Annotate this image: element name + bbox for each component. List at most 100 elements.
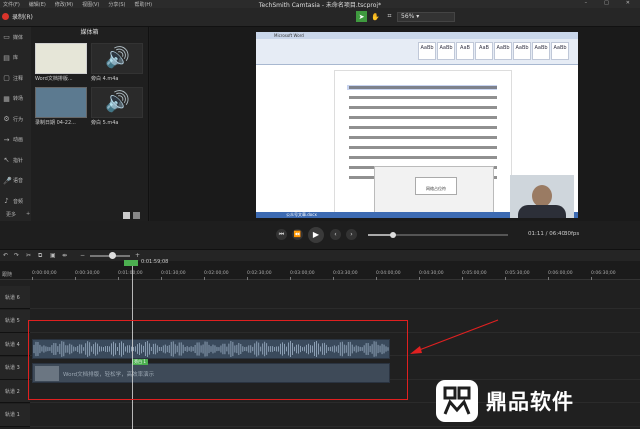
media-item-label: 旁白 4.m4a [91, 76, 119, 82]
sidebar: ▭ 媒体 ▤ 库 ▢ 注释 ▦ 转场 ⚙ 行为 → 动画 ↖ 指针 🎤 语音 ♪ 音频 [0, 27, 31, 221]
sidebar-add-button[interactable]: + [26, 211, 30, 218]
style-box: AaBb [418, 42, 436, 60]
sidebar-more-button[interactable]: 更多 [6, 211, 16, 218]
menu-bar: 文件(F) 编辑(E) 修改(M) 视图(V) 分享(S) 帮助(H) Tech… [0, 0, 640, 9]
grid-view-icon[interactable] [123, 212, 130, 219]
step-back-icon[interactable]: ⏮ [276, 229, 287, 240]
webcam-person-body [518, 205, 566, 218]
media-item[interactable]: 录制日期 04-22... [35, 87, 87, 127]
cut-icon[interactable]: ✂ [26, 252, 31, 259]
sidebar-item-behavior[interactable]: ⚙ 行为 [0, 109, 31, 130]
text-line [349, 106, 497, 109]
playback-progress[interactable] [368, 232, 508, 238]
sidebar-item-annotation[interactable]: ▢ 注释 [0, 68, 31, 89]
crop-tool-icon[interactable]: ⌗ [384, 11, 395, 22]
video-thumbnail [35, 87, 87, 118]
ruler-tick-label: 0:02:30;00 [247, 271, 272, 276]
toolbar: 录制(R) ➤ ✋ ⌗ 56% ▾ [0, 8, 640, 27]
paste-icon[interactable]: ▣ [50, 252, 56, 259]
play-button[interactable]: ▶ [308, 227, 324, 243]
timeline-zoom-knob[interactable] [109, 252, 116, 259]
record-button[interactable]: 录制(R) [2, 12, 33, 21]
ruler-tick-label: 0:04:00;00 [376, 271, 401, 276]
undo-icon[interactable]: ↶ [3, 252, 8, 259]
close-icon[interactable]: ✕ [626, 0, 630, 6]
timeline-toolbar: ↶ ↷ ✂ ⧉ ▣ ⇹ − + [0, 249, 640, 261]
track-label[interactable]: 轨道 3 [0, 356, 30, 380]
timecode: 01:11 / 06:40 [528, 231, 566, 237]
timeline-ruler[interactable]: 跟随 0:00:00;00 0:00:30;00 0:01:00;00 0:01:30… [0, 261, 640, 280]
playhead-handle[interactable] [124, 260, 138, 266]
watermark-text: 鼎品软件 [486, 390, 574, 414]
ruler-tick-label: 0:06:00;00 [548, 271, 573, 276]
style-box: AaBb [513, 42, 531, 60]
speaker-icon: 🔊 [105, 45, 130, 69]
text-line [349, 96, 497, 99]
sidebar-item-label: 行为 [13, 116, 24, 123]
split-icon[interactable]: ⇹ [62, 252, 67, 259]
ruler-tick-label: 0:03:30;00 [333, 271, 358, 276]
text-line [349, 86, 497, 89]
track-label[interactable]: 轨道 6 [0, 286, 30, 309]
track-row[interactable] [30, 286, 640, 309]
playback-progress-knob[interactable] [390, 232, 397, 238]
redo-icon[interactable]: ↷ [14, 252, 19, 259]
record-label: 录制(R) [12, 14, 33, 21]
zoom-out-icon[interactable]: − [80, 252, 85, 259]
text-line [349, 116, 497, 119]
media-item-label: 旁白 5.m4a [91, 120, 119, 126]
style-box: AaB [456, 42, 474, 60]
webcam-person-head [532, 185, 552, 207]
media-icon: ▭ [3, 33, 10, 42]
sidebar-footer: 更多 + [0, 211, 30, 218]
sidebar-item-animation[interactable]: → 动画 [0, 130, 31, 151]
copy-icon[interactable]: ⧉ [38, 252, 42, 260]
text-line [349, 146, 497, 149]
media-item[interactable]: 🔊 旁白 4.m4a [91, 43, 143, 83]
preview-canvas[interactable]: Microsoft Word AaBb AaBb AaB AaB AaBb AaBb AaB… [256, 32, 578, 218]
sidebar-item-media[interactable]: ▭ 媒体 [0, 27, 31, 48]
style-box: AaB [475, 42, 493, 60]
minimize-icon[interactable]: – [585, 0, 588, 6]
sidebar-item-voice[interactable]: 🎤 语音 [0, 171, 31, 192]
pan-tool-icon[interactable]: ✋ [370, 11, 381, 22]
ruler-tick-label: 0:02:00;00 [204, 271, 229, 276]
sidebar-item-transition[interactable]: ▦ 转场 [0, 89, 31, 110]
track-label[interactable]: 轨道 4 [0, 333, 30, 356]
sidebar-item-cursor[interactable]: ↖ 指针 [0, 150, 31, 171]
ruler-tick-label: 0:00:30;00 [75, 271, 100, 276]
style-box: AaBb [551, 42, 569, 60]
sidebar-item-audio[interactable]: ♪ 音频 [0, 191, 31, 212]
zoom-select[interactable]: 56% ▾ [397, 12, 455, 22]
sidebar-item-label: 动画 [13, 137, 24, 144]
track-label[interactable]: 轨道 5 [0, 309, 30, 333]
library-icon: ▤ [3, 53, 10, 62]
media-item[interactable]: 🔊 旁白 5.m4a [91, 87, 143, 127]
text-line [349, 136, 497, 139]
style-box: AaBb [532, 42, 550, 60]
list-view-icon[interactable] [133, 212, 140, 219]
text-line [349, 156, 497, 159]
track-label[interactable]: 轨道 1 [0, 403, 30, 427]
frame-back-icon[interactable]: ⏪ [292, 229, 303, 240]
select-tool-icon[interactable]: ➤ [356, 11, 367, 22]
track-label[interactable]: 轨道 2 [0, 380, 30, 403]
ruler-tick-label: 0:05:30;00 [505, 271, 530, 276]
style-box: AaBb [437, 42, 455, 60]
sidebar-item-label: 库 [13, 55, 19, 62]
sidebar-item-library[interactable]: ▤ 库 [0, 48, 31, 69]
style-box: AaBb [494, 42, 512, 60]
zoom-in-icon[interactable]: + [135, 252, 140, 259]
voice-icon: 🎤 [3, 176, 12, 185]
prev-icon[interactable]: ‹ [330, 229, 341, 240]
media-item[interactable]: Word文档排版... [35, 43, 87, 83]
sidebar-item-label: 转场 [13, 96, 24, 103]
taskbar-item: 公众号文章.docx [286, 212, 317, 217]
maximize-icon[interactable]: □ [604, 0, 609, 6]
annotation-icon: ▢ [3, 74, 10, 83]
canvas-tools: ➤ ✋ ⌗ [356, 11, 395, 22]
webcam-overlay[interactable] [510, 175, 574, 218]
next-icon[interactable]: › [346, 229, 357, 240]
word-ribbon-tabs: Microsoft Word [256, 32, 578, 39]
sidebar-item-label: 注释 [13, 75, 24, 82]
